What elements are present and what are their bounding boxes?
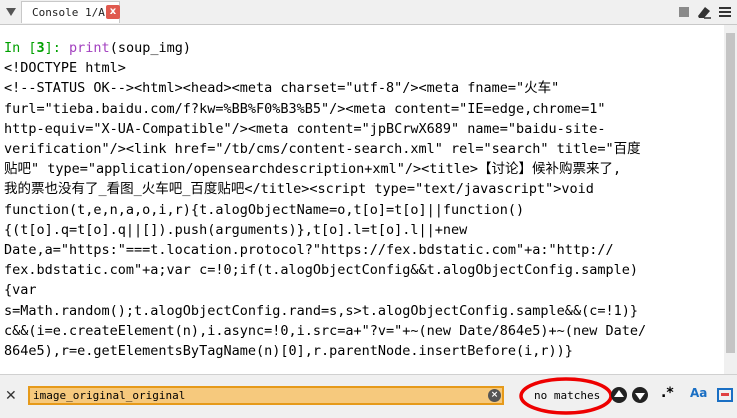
- find-next-icon[interactable]: [631, 386, 649, 404]
- scrollbar-thumb[interactable]: [726, 33, 735, 353]
- vertical-scrollbar[interactable]: [724, 25, 737, 374]
- tab-label: Console 1/A: [32, 6, 105, 19]
- tab-close-icon[interactable]: x: [106, 5, 120, 19]
- find-bar: ✕ × no matches .* Aa: [0, 374, 737, 418]
- input-prompt: In [: [4, 40, 37, 56]
- console-tab-icon[interactable]: [5, 6, 17, 18]
- case-sensitive-toggle[interactable]: Aa: [690, 386, 707, 400]
- regex-toggle[interactable]: .*: [661, 385, 674, 401]
- close-find-icon[interactable]: ✕: [5, 388, 17, 404]
- replace-toggle-icon[interactable]: [716, 386, 734, 404]
- eraser-icon[interactable]: [696, 4, 712, 20]
- tab-bar: Console 1/A x: [0, 0, 737, 25]
- find-previous-icon[interactable]: [610, 386, 628, 404]
- input-prompt-end: ]:: [44, 40, 70, 56]
- options-menu-icon[interactable]: [717, 4, 733, 20]
- console-output-area[interactable]: In [3]: print(soup_img) <!DOCTYPE html> …: [0, 25, 724, 374]
- console-text: In [3]: print(soup_img) <!DOCTYPE html> …: [0, 25, 724, 361]
- match-status: no matches: [534, 389, 601, 402]
- find-input[interactable]: [28, 386, 504, 405]
- print-function: print: [69, 40, 110, 56]
- input-prompt-number: 3: [36, 40, 45, 56]
- print-arguments: (soup_img): [109, 40, 191, 56]
- tab-console-1a[interactable]: Console 1/A x: [21, 1, 120, 23]
- print-output: <!DOCTYPE html> <!--STATUS OK--><html><h…: [4, 60, 647, 360]
- clear-search-icon[interactable]: ×: [488, 389, 501, 402]
- stop-icon[interactable]: [676, 4, 692, 20]
